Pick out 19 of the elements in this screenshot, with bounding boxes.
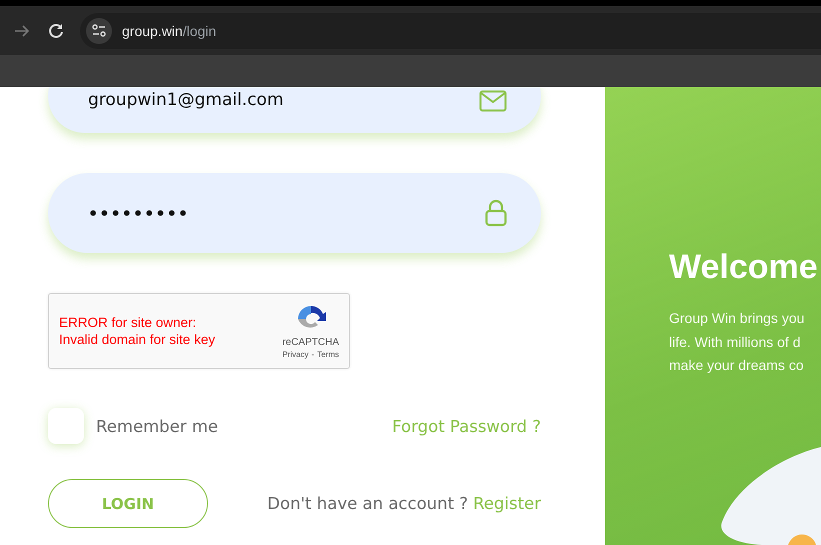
envelope-icon [479,90,507,112]
signup-prompt: Don't have an account ? [267,494,468,513]
site-settings-icon[interactable] [86,18,112,44]
address-bar[interactable]: group.win/login [80,12,821,48]
email-field[interactable]: groupwin1@gmail.com [48,87,541,133]
url-text: group.win/login [122,22,216,38]
separator-text: - [312,350,314,359]
welcome-text-line: make your dreams co [669,356,805,375]
recaptcha-label: reCAPTCHA [282,337,339,348]
welcome-text-line: life. With millions of d [669,332,802,352]
terms-link[interactable]: Terms [317,350,339,359]
welcome-text-line: Group Win brings you [669,309,806,328]
welcome-title: Welcome [669,247,819,288]
padlock-icon [485,199,507,227]
recaptcha-error: ERROR for site owner: Invalid domain for site key [59,314,216,348]
remember-label: Remember me [96,416,218,436]
remember-checkbox[interactable] [48,408,84,444]
privacy-link[interactable]: Privacy [282,350,309,359]
password-field[interactable]: ••••••••• [48,173,541,253]
